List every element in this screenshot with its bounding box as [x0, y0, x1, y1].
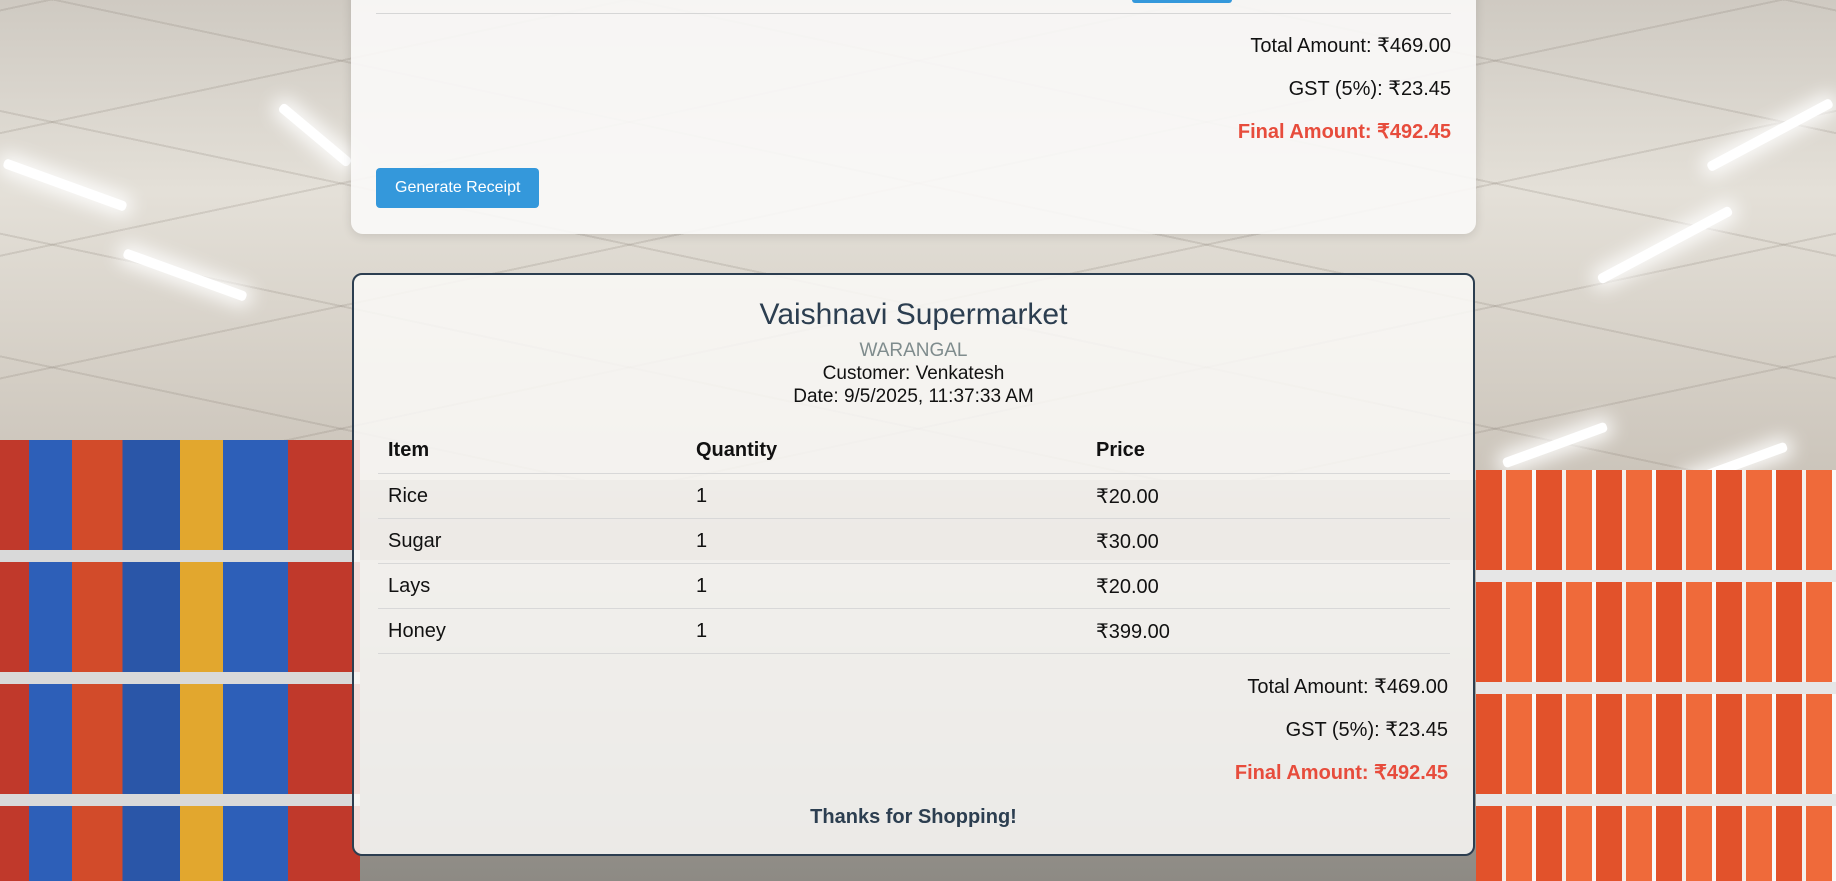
item-price: ₹30.00: [1086, 518, 1450, 564]
receipt-gst: GST (5%): ₹23.45: [1285, 719, 1448, 741]
item-quantity: 1: [686, 563, 1086, 609]
column-header-price: Price: [1086, 428, 1450, 474]
billing-card: Total Amount: ₹469.00 GST (5%): ₹23.45 F…: [351, 0, 1476, 234]
item-quantity: 1: [686, 473, 1086, 519]
bill-gst: GST (5%): ₹23.45: [1288, 78, 1451, 100]
receipt-items-table: Item Quantity Price Rice 1 ₹20.00 Sugar …: [378, 428, 1450, 654]
table-row: Honey 1 ₹399.00: [378, 608, 1450, 654]
bill-final-amount: Final Amount: ₹492.45: [1237, 121, 1451, 143]
receipt-total-amount: Total Amount: ₹469.00: [1247, 676, 1448, 698]
item-name: Lays: [378, 563, 686, 609]
store-name: Vaishnavi Supermarket: [759, 298, 1068, 331]
receipt-date: Date: 9/5/2025, 11:37:33 AM: [793, 386, 1034, 407]
table-header-row: Item Quantity Price: [378, 428, 1450, 474]
table-bottom-divider: [376, 13, 1451, 14]
table-row: Lays 1 ₹20.00: [378, 563, 1450, 609]
store-city: WARANGAL: [859, 340, 968, 361]
item-quantity: 1: [686, 518, 1086, 564]
thanks-message: Thanks for Shopping!: [810, 806, 1017, 828]
item-name: Honey: [378, 608, 686, 654]
item-name: Rice: [378, 473, 686, 519]
customer-name: Customer: Venkatesh: [822, 363, 1005, 384]
item-quantity: 1: [686, 608, 1086, 654]
receipt-final-amount: Final Amount: ₹492.45: [1234, 762, 1448, 784]
bill-total-amount: Total Amount: ₹469.00: [1250, 35, 1451, 57]
right-shelf: [1476, 470, 1836, 881]
column-header-quantity: Quantity: [686, 428, 1086, 474]
receipt: Vaishnavi Supermarket WARANGAL Customer:…: [352, 273, 1475, 856]
table-row: Sugar 1 ₹30.00: [378, 518, 1450, 564]
item-price: ₹20.00: [1086, 563, 1450, 609]
item-name: Sugar: [378, 518, 686, 564]
left-shelf: [0, 440, 360, 881]
column-header-item: Item: [378, 428, 686, 474]
table-row: Rice 1 ₹20.00: [378, 473, 1450, 519]
item-price: ₹399.00: [1086, 608, 1450, 654]
button-edge[interactable]: [1132, 0, 1232, 3]
generate-receipt-button[interactable]: Generate Receipt: [376, 168, 540, 208]
item-price: ₹20.00: [1086, 473, 1450, 519]
